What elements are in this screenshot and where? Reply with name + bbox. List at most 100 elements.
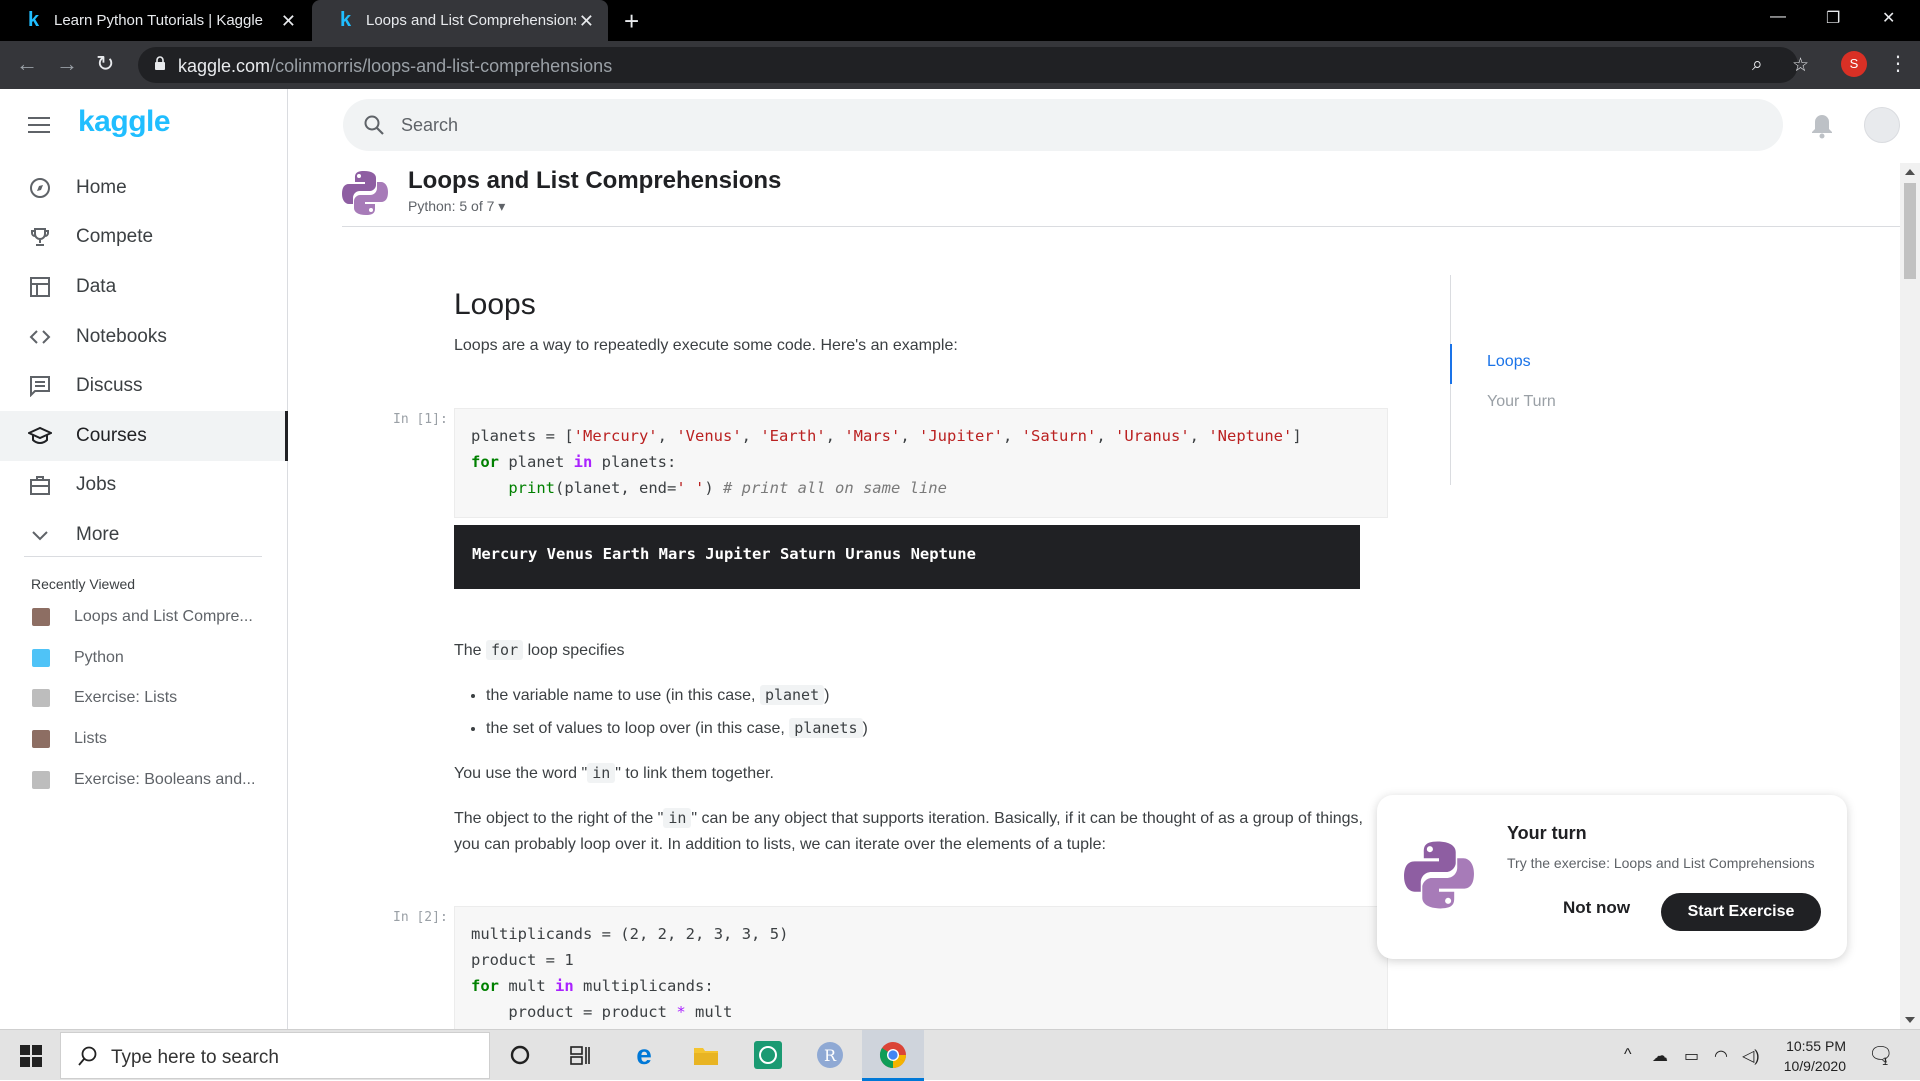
code-cell[interactable]: planets = ['Mercury', 'Venus', 'Earth', … <box>454 408 1388 518</box>
taskbar-clock[interactable]: 10:55 PM 10/9/2020 <box>1746 1036 1846 1076</box>
browser-tab-learn-python[interactable]: k Learn Python Tutorials | Kaggle ✕ <box>0 0 310 41</box>
reload-icon[interactable]: ↻ <box>96 51 114 77</box>
inline-code: for <box>486 640 524 660</box>
avatar-thumbnail <box>32 770 50 789</box>
back-icon[interactable]: ← <box>16 51 38 77</box>
r-app-icon[interactable]: R <box>814 1039 846 1071</box>
zoom-icon[interactable]: ⌕ <box>1752 54 1763 76</box>
sidebar-item-label: Notebooks <box>76 325 167 347</box>
start-exercise-button[interactable]: Start Exercise <box>1661 893 1821 931</box>
card-title: Your turn <box>1507 823 1587 843</box>
site-search[interactable]: Search <box>343 99 1783 151</box>
sidebar-item-home[interactable]: Home <box>0 163 288 213</box>
sidebar-item-label: Discuss <box>76 375 143 397</box>
recent-item[interactable]: Lists <box>0 719 288 760</box>
recent-item-label: Exercise: Lists <box>74 689 178 707</box>
bookmark-star-icon[interactable]: ☆ <box>1792 54 1809 77</box>
browser-tab-loops[interactable]: k Loops and List Comprehensions | Kaggle… <box>312 0 608 41</box>
caret-down-icon: ▾ <box>498 198 506 214</box>
text: You use the word " <box>454 765 588 782</box>
forward-icon[interactable]: → <box>56 51 78 77</box>
section-title: Loops <box>454 288 536 321</box>
object-paragraph: The object to the right of the " in " can … <box>454 805 1384 858</box>
sidebar-item-data[interactable]: Data <box>0 262 288 312</box>
text: ) <box>824 687 830 704</box>
search-icon <box>364 115 384 135</box>
profile-avatar[interactable]: S <box>1841 51 1867 77</box>
notification-count: 1 <box>1882 1056 1889 1068</box>
sidebar-nav: Home Compete Data Notebooks Discuss Cour… <box>0 163 288 560</box>
sidebar-item-label: Data <box>76 275 117 297</box>
kaggle-sidebar: kaggle Home Compete Data Notebooks Discu… <box>0 89 288 1029</box>
table-of-contents: Loops Your Turn <box>1450 275 1650 485</box>
sidebar-item-discuss[interactable]: Discuss <box>0 361 288 411</box>
file-explorer-icon[interactable] <box>690 1039 722 1071</box>
address-bar[interactable]: kaggle.com/colinmorris/loops-and-list-co… <box>138 47 1809 83</box>
hamburger-menu-icon[interactable] <box>28 117 50 138</box>
page-scrollbar[interactable] <box>1900 163 1920 1029</box>
sidebar-item-courses[interactable]: Courses <box>0 410 288 461</box>
inline-code: planets <box>789 718 863 738</box>
restore-icon[interactable]: ❐ <box>1826 8 1840 28</box>
search-input[interactable]: Search <box>401 115 458 136</box>
recent-item[interactable]: Exercise: Booleans and... <box>0 759 288 800</box>
sidebar-item-label: Home <box>76 176 127 198</box>
browser-menu-icon[interactable]: ⋮ <box>1888 51 1908 76</box>
school-icon <box>28 424 52 448</box>
trophy-icon <box>28 225 52 249</box>
onedrive-icon[interactable]: ☁ <box>1652 1046 1668 1066</box>
not-now-button[interactable]: Not now <box>1563 898 1630 918</box>
url-text: kaggle.com/colinmorris/loops-and-list-co… <box>178 56 612 77</box>
user-avatar[interactable] <box>1864 107 1900 143</box>
kaggle-favicon-icon: k <box>28 9 40 31</box>
close-tab-icon[interactable]: ✕ <box>579 11 594 32</box>
edge-icon[interactable]: e <box>628 1039 660 1071</box>
recent-item[interactable]: Python <box>0 638 288 679</box>
notifications-icon[interactable]: 🗨 <box>1868 1042 1893 1067</box>
task-view-icon[interactable] <box>564 1039 596 1071</box>
python-logo-icon <box>342 171 388 215</box>
course-progress-dropdown[interactable]: Python: 5 of 7 ▾ <box>408 198 505 215</box>
toc-item-your-turn[interactable]: Your Turn <box>1451 393 1556 411</box>
recent-item-label: Python <box>74 648 124 666</box>
kaggle-logo[interactable]: kaggle <box>78 105 171 139</box>
recent-item[interactable]: Exercise: Lists <box>0 678 288 719</box>
scroll-down-icon[interactable] <box>1905 1017 1915 1023</box>
browser-tab-strip: k Learn Python Tutorials | Kaggle ✕ k Lo… <box>0 0 1920 41</box>
tray-chevron-up-icon[interactable]: ^ <box>1624 1046 1632 1064</box>
taskbar-search[interactable]: Type here to search <box>60 1032 490 1079</box>
bell-icon[interactable] <box>1810 113 1834 139</box>
sidebar-item-jobs[interactable]: Jobs <box>0 461 288 511</box>
code-cell[interactable]: multiplicands = (2, 2, 2, 3, 3, 5) produ… <box>454 906 1388 1030</box>
window-close-icon[interactable]: ✕ <box>1882 8 1895 28</box>
scroll-up-icon[interactable] <box>1905 169 1915 175</box>
windows-start-icon[interactable] <box>20 1045 42 1067</box>
cortana-icon[interactable] <box>504 1039 536 1071</box>
sidebar-item-compete[interactable]: Compete <box>0 213 288 263</box>
sidebar-item-notebooks[interactable]: Notebooks <box>0 312 288 362</box>
chrome-icon[interactable] <box>877 1039 909 1071</box>
header-divider <box>342 226 1900 227</box>
scrollbar-thumb[interactable] <box>1904 183 1916 279</box>
taskbar-search-input[interactable]: Type here to search <box>111 1047 279 1069</box>
comment-icon <box>28 374 52 398</box>
wifi-icon[interactable]: ◠ <box>1714 1046 1728 1066</box>
minimize-icon[interactable]: — <box>1770 8 1786 26</box>
chevron-down-icon <box>28 523 52 547</box>
sidebar-item-label: More <box>76 523 120 545</box>
close-tab-icon[interactable]: ✕ <box>281 11 296 32</box>
clock-time: 10:55 PM <box>1786 1038 1846 1054</box>
sidebar-item-more[interactable]: More <box>0 510 288 560</box>
recent-item[interactable]: Loops and List Compre... <box>0 597 288 638</box>
card-subtitle: Try the exercise: Loops and List Compreh… <box>1507 855 1815 871</box>
whatsapp-icon[interactable] <box>752 1039 784 1071</box>
your-turn-card: Your turn Try the exercise: Loops and Li… <box>1377 795 1847 959</box>
toc-item-loops[interactable]: Loops <box>1450 344 1531 384</box>
new-tab-icon[interactable]: + <box>624 6 639 37</box>
course-title: Loops and List Comprehensions <box>408 167 782 194</box>
recent-item-label: Lists <box>74 730 107 748</box>
inline-code: in <box>587 763 616 783</box>
python-logo-icon <box>1404 841 1474 909</box>
avatar-thumbnail <box>32 608 50 627</box>
battery-icon[interactable]: ▭ <box>1684 1046 1699 1066</box>
